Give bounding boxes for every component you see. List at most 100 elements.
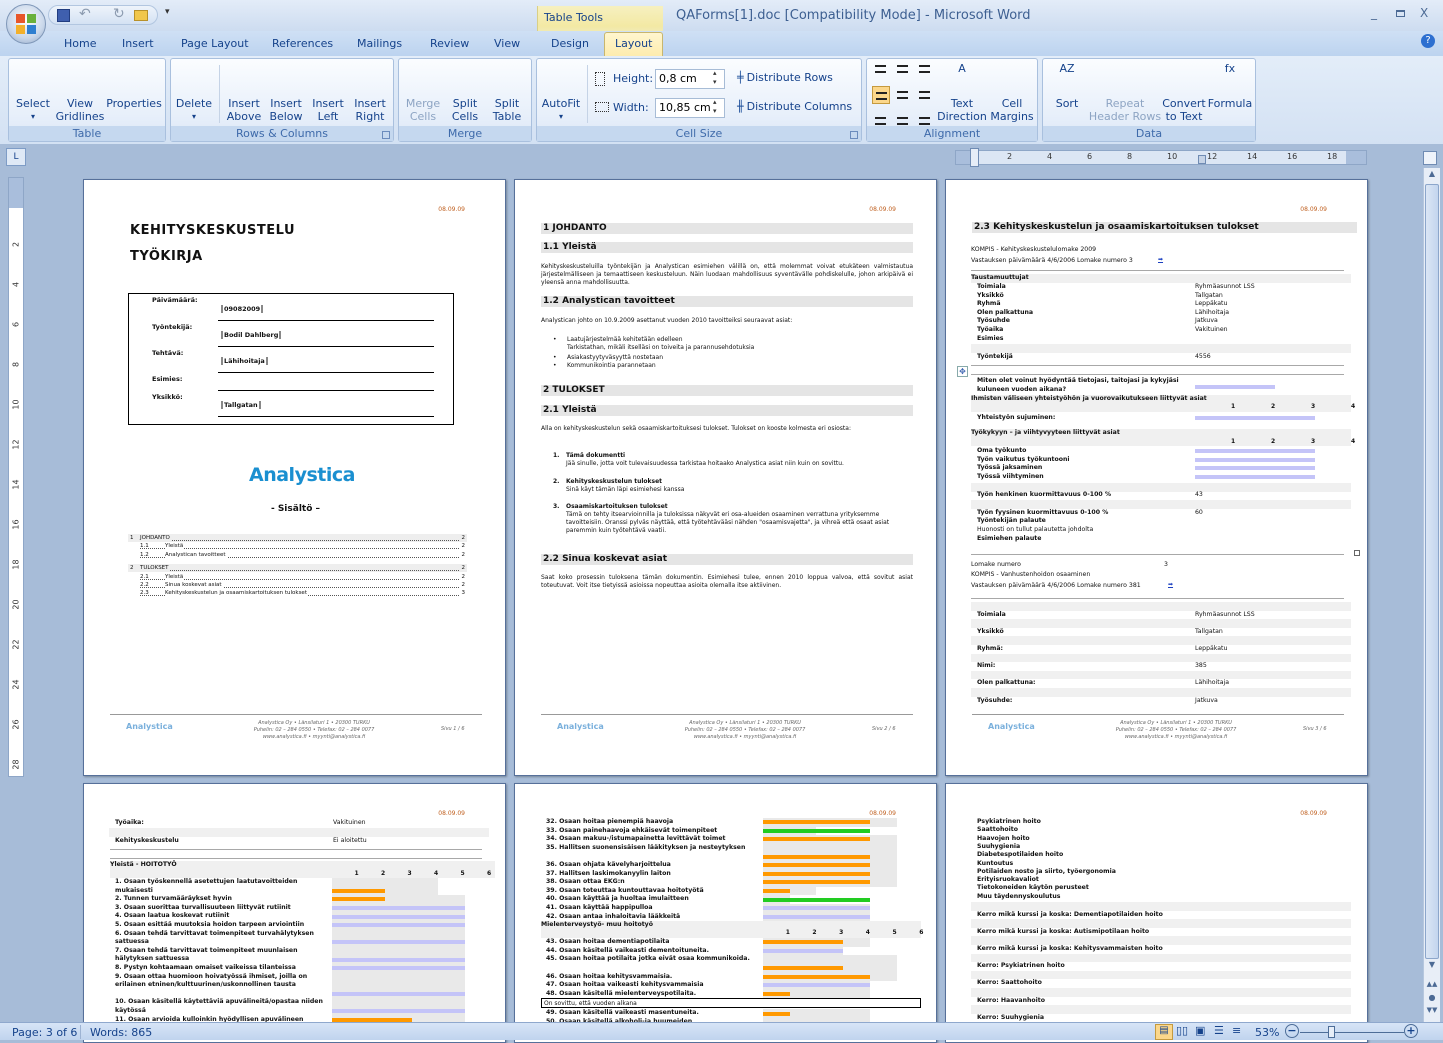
properties-button[interactable]: Properties bbox=[106, 62, 162, 110]
toc-entry[interactable]: 2.1 Yleistä 2 bbox=[128, 572, 467, 581]
full-screen-reading-view-button[interactable]: ▯▯ bbox=[1176, 1024, 1188, 1037]
table-row: Työaika Vakituinen bbox=[971, 326, 1351, 335]
link-arrow-icon[interactable]: ➡ bbox=[1158, 256, 1163, 263]
link-arrow-icon[interactable]: ➡ bbox=[1168, 581, 1173, 588]
formula-button[interactable]: fx Formula bbox=[1202, 62, 1258, 110]
tab-insert[interactable]: Insert bbox=[122, 37, 154, 50]
list-title: Osaamiskartoituksen tulokset bbox=[566, 503, 668, 510]
align-top-left-button[interactable] bbox=[872, 63, 890, 81]
print-layout-view-button[interactable]: ▤ bbox=[1155, 1024, 1173, 1040]
previous-page-button[interactable]: ▲▲ bbox=[1425, 980, 1439, 992]
dialog-launcher-icon[interactable] bbox=[382, 131, 390, 139]
list-text: Jää sinulle, jotta voit tulevaisuudessa … bbox=[566, 460, 844, 467]
text-direction-button[interactable]: A Text Direction bbox=[934, 62, 990, 123]
next-page-button[interactable]: ▼▼ bbox=[1425, 1006, 1439, 1018]
scroll-up-button[interactable]: ▲ bbox=[1425, 169, 1439, 183]
open-folder-icon[interactable] bbox=[134, 10, 148, 21]
align-center-right-button[interactable] bbox=[916, 86, 934, 104]
delete-button[interactable]: Delete ▾ bbox=[166, 62, 222, 123]
button-label: Formula bbox=[1207, 97, 1253, 110]
scroll-thumb[interactable] bbox=[1425, 184, 1439, 959]
zoom-slider-track[interactable] bbox=[1300, 1032, 1404, 1033]
vertical-ruler[interactable]: 2 4 6 8 10 12 14 16 18 20 22 24 26 28 bbox=[8, 177, 24, 777]
office-button[interactable] bbox=[6, 4, 46, 44]
zoom-slider-thumb[interactable] bbox=[1327, 1026, 1335, 1038]
tab-review[interactable]: Review bbox=[430, 37, 469, 50]
toc-entry[interactable]: 1.2 Analystican tavoitteet 2 bbox=[128, 550, 467, 559]
table-move-handle-icon[interactable]: ✥ bbox=[957, 366, 968, 377]
align-top-center-button[interactable] bbox=[894, 63, 912, 81]
split-table-button[interactable]: Split Table bbox=[479, 62, 535, 123]
form-field[interactable]: Tallgatan bbox=[221, 401, 261, 409]
width-spinner[interactable]: ▴ ▾ bbox=[713, 98, 717, 116]
button-label: Direction bbox=[937, 110, 987, 123]
align-top-right-button[interactable] bbox=[916, 63, 934, 81]
toc-entry[interactable]: 1.1 Yleistä 2 bbox=[128, 542, 467, 551]
view-gridlines-button[interactable]: View Gridlines bbox=[52, 62, 108, 123]
score-bar bbox=[1195, 416, 1315, 420]
ruler-toggle[interactable]: L bbox=[6, 148, 26, 166]
vertical-scrollbar[interactable]: ▲ ▼ ▲▲ ● ▼▼ bbox=[1423, 168, 1440, 1022]
autofit-button[interactable]: AutoFit ▾ bbox=[533, 62, 589, 123]
form-field[interactable]: Bodil Dahlberg bbox=[221, 331, 282, 339]
tab-mailings[interactable]: Mailings bbox=[357, 37, 402, 50]
form-line bbox=[218, 372, 434, 373]
draft-view-button[interactable]: ≡ bbox=[1232, 1024, 1241, 1037]
tab-design[interactable]: Design bbox=[551, 37, 589, 50]
align-bottom-left-button[interactable] bbox=[872, 109, 890, 127]
repeat-header-rows-button[interactable]: Repeat Header Rows bbox=[1085, 62, 1165, 123]
tab-view[interactable]: View bbox=[494, 37, 520, 50]
cell-margins-button[interactable]: Cell Margins bbox=[984, 62, 1040, 123]
customize-toolbar-icon[interactable]: ▾ bbox=[165, 7, 170, 17]
paragraph: Kehityskeskusteluilla työntekijän ja Ana… bbox=[541, 263, 913, 286]
form-field[interactable]: 09082009 bbox=[221, 305, 264, 313]
toc-entry[interactable]: 2.3 Kehityskeskustelun ja osaamiskartoitu… bbox=[128, 589, 467, 598]
insert-right-button[interactable]: Insert Right bbox=[342, 62, 398, 123]
toc-entry[interactable]: 1 JOHDANTO 2 bbox=[128, 534, 467, 542]
minimize-button[interactable]: _ bbox=[1371, 6, 1377, 20]
indent-marker[interactable] bbox=[970, 148, 979, 167]
outline-view-button[interactable]: ☰ bbox=[1214, 1024, 1224, 1037]
redo-icon[interactable]: ↻ bbox=[113, 6, 125, 22]
horizontal-ruler[interactable]: 2 4 6 8 10 12 14 16 18 bbox=[955, 148, 1367, 167]
ruler-tick-label: 6 bbox=[1087, 152, 1093, 161]
tab-layout[interactable]: Layout bbox=[615, 37, 652, 50]
tab-home[interactable]: Home bbox=[64, 37, 96, 50]
save-icon[interactable] bbox=[57, 9, 70, 22]
scale-tick-label: 3 bbox=[1311, 438, 1316, 445]
align-center-left-button[interactable] bbox=[872, 86, 890, 104]
logo-text: Analystica bbox=[249, 464, 355, 486]
skill-item: 10. Osaan käsitellä käytettäviä apuvälin… bbox=[115, 998, 323, 1014]
zoom-level[interactable]: 53% bbox=[1255, 1026, 1279, 1039]
tab-page-layout[interactable]: Page Layout bbox=[181, 37, 249, 50]
toc-entry[interactable]: 2 TULOKSET 2 bbox=[128, 564, 467, 573]
tab-references[interactable]: References bbox=[272, 37, 333, 50]
zoom-in-button[interactable]: + bbox=[1404, 1024, 1418, 1038]
toc-entry[interactable]: 2.2 Sinua koskevat asiat 2 bbox=[128, 581, 467, 589]
comment-box[interactable]: On sovittu, että vuoden alkana bbox=[541, 998, 921, 1009]
maximize-button[interactable] bbox=[1396, 10, 1405, 17]
view-ruler-icon[interactable] bbox=[1423, 151, 1437, 165]
page-count[interactable]: Page: 3 of 6 bbox=[12, 1026, 77, 1039]
align-bottom-right-button[interactable] bbox=[916, 109, 934, 127]
close-button[interactable]: X bbox=[1420, 6, 1428, 20]
undo-icon[interactable]: ↶ bbox=[79, 6, 91, 22]
distribute-columns-button[interactable]: ╫ Distribute Columns bbox=[737, 100, 852, 113]
dialog-launcher-icon[interactable] bbox=[850, 131, 858, 139]
align-center-button[interactable] bbox=[894, 86, 912, 104]
scroll-down-button[interactable]: ▼ bbox=[1425, 960, 1439, 974]
training-item: Saattohoito bbox=[977, 826, 1018, 834]
browse-object-button[interactable]: ● bbox=[1425, 993, 1439, 1005]
form-field[interactable]: Lähihoitaja bbox=[221, 357, 268, 365]
right-indent-marker[interactable] bbox=[1198, 155, 1206, 164]
align-bottom-center-button[interactable] bbox=[894, 109, 912, 127]
distribute-rows-button[interactable]: ╪ Distribute Rows bbox=[737, 71, 833, 84]
height-spinner[interactable]: ▴ ▾ bbox=[713, 69, 717, 87]
scale-tick-label: 3 bbox=[839, 929, 844, 937]
zoom-out-button[interactable]: − bbox=[1285, 1024, 1299, 1038]
web-layout-view-button[interactable]: ▣ bbox=[1195, 1024, 1205, 1037]
word-count[interactable]: Words: 865 bbox=[90, 1026, 152, 1039]
distribute-columns-icon: ╫ bbox=[737, 100, 744, 113]
table-resize-handle[interactable] bbox=[1354, 550, 1360, 556]
help-icon[interactable]: ? bbox=[1421, 34, 1435, 48]
